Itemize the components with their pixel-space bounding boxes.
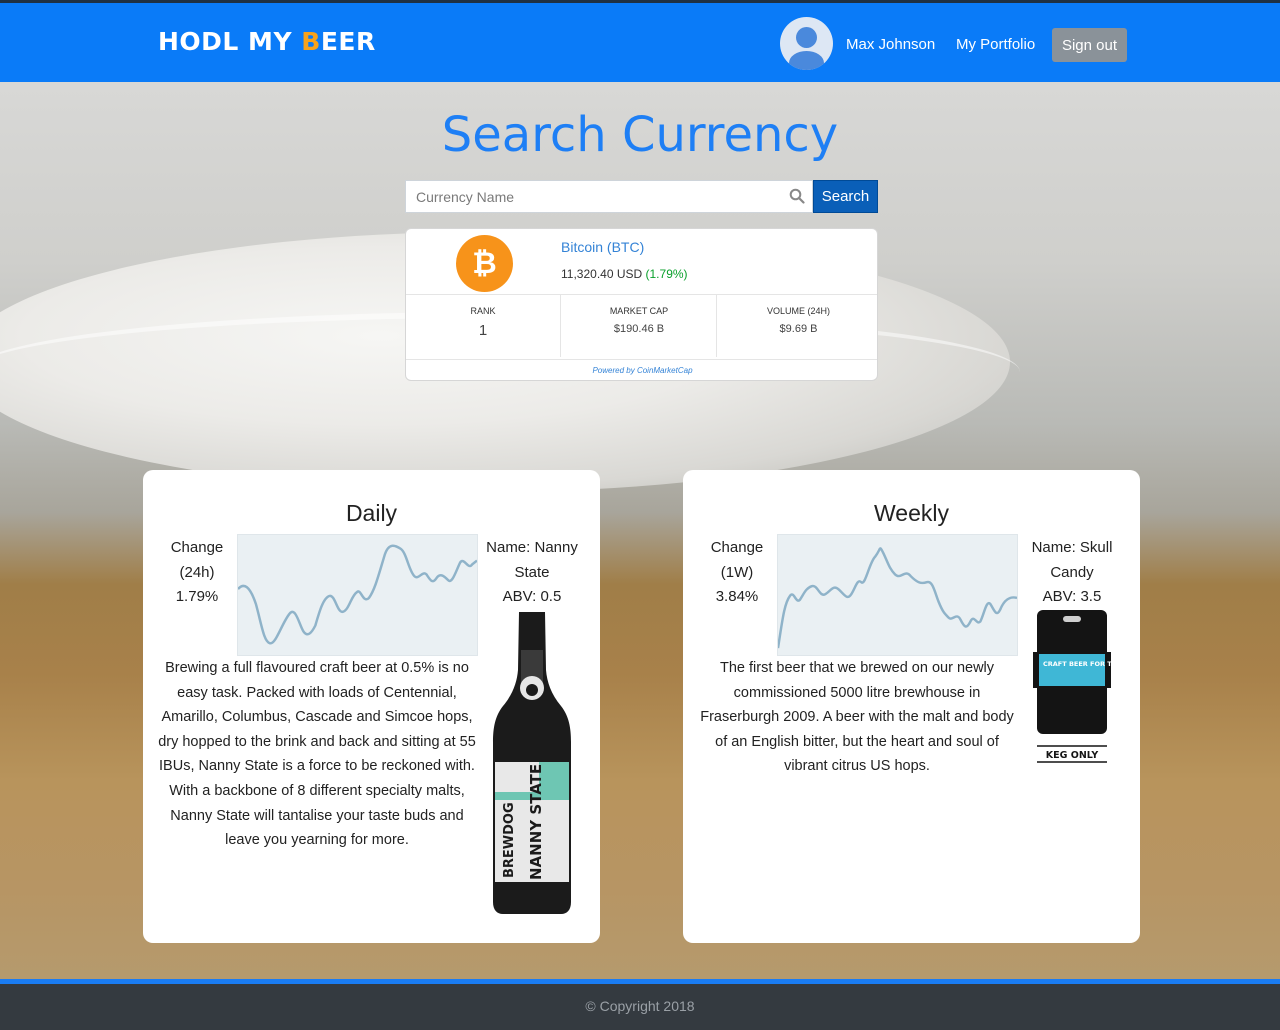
footer: © Copyright 2018 — [0, 979, 1280, 1030]
currency-search-input[interactable] — [405, 180, 813, 213]
search-icon — [789, 188, 805, 204]
weekly-beer-name: Name: Skull — [1031, 539, 1113, 556]
weekly-title: Weekly — [874, 500, 949, 526]
daily-beer-info: Name: Nanny State ABV: 0.5 — [482, 536, 582, 610]
weekly-change-label: Change — [710, 539, 764, 556]
weekly-sparkline-chart — [777, 534, 1018, 656]
stat-rank: RANK 1 — [406, 295, 561, 357]
weekly-beer-abv: ABV: 3.5 — [1042, 588, 1102, 605]
weekly-change-period: (1W) — [720, 563, 754, 581]
stat-market-cap-value: $190.46 B — [613, 323, 665, 335]
daily-change: Change (24h) 1.79% — [157, 536, 237, 610]
daily-beer-name-cont: State — [514, 563, 550, 581]
keg-label-text: CRAFT BEER FOR THE PEOPLE — [1043, 660, 1111, 668]
footer-copyright: © Copyright 2018 — [585, 998, 695, 1014]
stat-market-cap: MARKET CAP $190.46 B — [562, 295, 717, 357]
daily-card: Daily Change (24h) 1.79% Name: Nanny Sta… — [143, 470, 600, 943]
powered-by-link[interactable]: Powered by CoinMarketCap — [406, 359, 877, 380]
stat-volume: VOLUME (24H) $9.69 B — [718, 295, 877, 357]
brand-text-end: EER — [320, 27, 376, 56]
coin-widget: ₿ Bitcoin (BTC) 11,320.40 USD (1.79%) RA… — [405, 228, 878, 381]
daily-beer-description: Brewing a full flavoured craft beer at 0… — [158, 660, 476, 849]
daily-change-label: Change — [170, 539, 224, 556]
coin-change-value: (1.79%) — [645, 267, 688, 281]
weekly-change: Change (1W) 3.84% — [697, 536, 777, 610]
daily-beer-abv: ABV: 0.5 — [502, 588, 562, 605]
stat-rank-label: RANK — [470, 306, 496, 316]
bitcoin-icon: ₿ — [456, 235, 513, 292]
stat-rank-value: 1 — [478, 322, 488, 339]
coin-stats: RANK 1 MARKET CAP $190.46 B VOLUME (24H)… — [406, 294, 877, 357]
stat-market-cap-label: MARKET CAP — [609, 306, 669, 316]
brand-text: HODL MY — [158, 27, 302, 56]
coin-price-value: 11,320.40 USD — [561, 267, 643, 281]
stat-volume-label: VOLUME (24H) — [766, 306, 830, 316]
nav-user-name[interactable]: Max Johnson — [846, 36, 935, 53]
weekly-beer-name-cont: Candy — [1050, 563, 1094, 581]
coin-name-link[interactable]: Bitcoin (BTC) — [561, 239, 644, 255]
bottle-brand-text: BREWDOG — [502, 802, 517, 878]
stat-volume-value: $9.69 B — [779, 323, 818, 335]
weekly-card: Weekly Change (1W) 3.84% Name: Skull Can… — [683, 470, 1140, 943]
page-title: Search Currency — [441, 107, 839, 163]
search-bar: Search — [405, 180, 878, 213]
bottle-beer-text: NANNY STATE — [527, 764, 545, 880]
brand-bitcoin-b: B — [301, 27, 321, 56]
search-button[interactable]: Search — [813, 180, 878, 213]
sign-out-button[interactable]: Sign out — [1052, 28, 1127, 62]
brand-logo[interactable]: HODL MY BEER — [158, 27, 376, 56]
skull-candy-keg-image: CRAFT BEER FOR THE PEOPLE KEG ONLY — [1033, 610, 1111, 763]
daily-change-value: 1.79% — [175, 588, 219, 605]
coin-price: 11,320.40 USD (1.79%) — [561, 267, 688, 281]
weekly-change-value: 3.84% — [715, 588, 759, 605]
weekly-beer-description: The first beer that we brewed on our new… — [700, 660, 1014, 775]
daily-change-period: (24h) — [179, 563, 215, 581]
navbar: HODL MY BEER Max Johnson My Portfolio Si… — [0, 0, 1280, 82]
daily-title: Daily — [345, 500, 398, 526]
nanny-state-bottle-image: BREWDOG NANNY STATE — [493, 612, 571, 914]
weekly-beer-info: Name: Skull Candy ABV: 3.5 — [1022, 536, 1122, 610]
daily-beer-name: Name: Nanny — [486, 539, 578, 556]
keg-only-text: KEG ONLY — [1046, 750, 1099, 761]
daily-sparkline-chart — [237, 534, 478, 656]
user-avatar-icon[interactable] — [780, 17, 833, 70]
nav-my-portfolio[interactable]: My Portfolio — [956, 36, 1035, 53]
